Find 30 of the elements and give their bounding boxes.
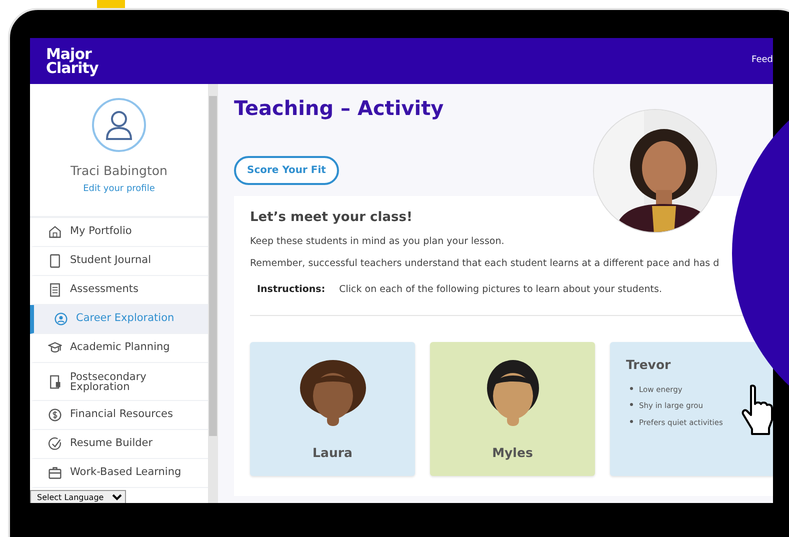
menu-item-icon xyxy=(48,436,62,452)
menu-item-icon xyxy=(48,374,62,390)
menu-item-icon xyxy=(48,253,62,269)
menu-item-icon xyxy=(48,407,62,423)
hand-cursor-icon xyxy=(741,384,775,436)
page-title: Teaching – Activity xyxy=(234,96,445,120)
student-name: Myles xyxy=(492,444,533,462)
accent-bar xyxy=(97,0,125,8)
profile-name: Traci Babington xyxy=(70,162,168,180)
language-select[interactable]: Select Language xyxy=(30,490,126,503)
edit-profile-link[interactable]: Edit your profile xyxy=(83,182,155,196)
user-avatar-icon xyxy=(92,98,146,152)
scrollbar[interactable] xyxy=(208,84,218,503)
student-name: Trevor xyxy=(626,356,671,374)
student-card[interactable]: Myles xyxy=(430,342,595,476)
nav-link[interactable]: Feed xyxy=(752,54,773,68)
instructions-label: Instructions: xyxy=(257,283,326,298)
section-heading: Let’s meet your class! xyxy=(250,210,414,226)
menu-item-icon xyxy=(48,224,62,240)
menu-item-icon xyxy=(48,282,62,298)
menu-item-icon xyxy=(48,465,62,481)
score-your-fit-button[interactable]: Score Your Fit xyxy=(234,156,339,185)
instructions-text: Click on each of the following pictures to learn about your students. xyxy=(339,283,662,298)
scrollbar-thumb[interactable] xyxy=(209,96,217,436)
paragraph: Keep these students in mind as you plan your lesson. xyxy=(250,234,506,249)
student-card[interactable]: Laura xyxy=(250,342,415,476)
paragraph: Remember, successful teachers understand that each student learns at a different pace and has d xyxy=(250,256,720,271)
menu-item-icon xyxy=(54,311,68,327)
logo[interactable]: Major Clarity xyxy=(46,47,98,75)
student-name: Laura xyxy=(312,444,352,462)
